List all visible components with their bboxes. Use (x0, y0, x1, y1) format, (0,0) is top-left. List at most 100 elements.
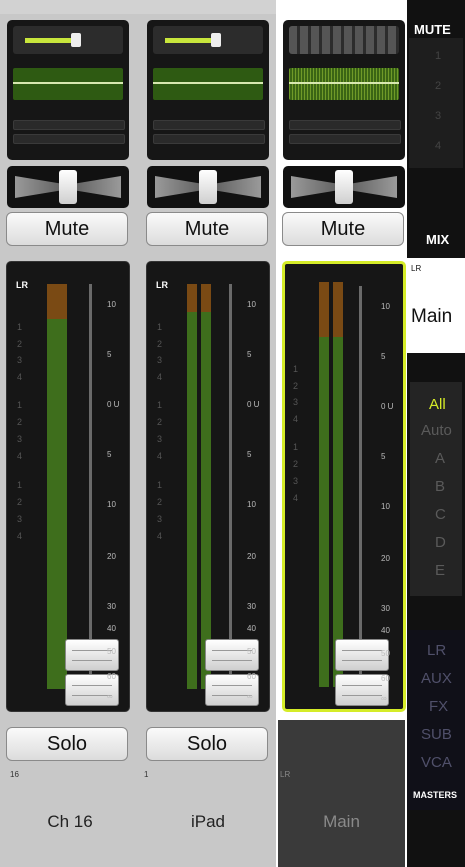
eq-comp-preview[interactable] (7, 20, 129, 160)
pan-knob[interactable] (199, 170, 217, 204)
mix-selector[interactable]: LR Main (407, 258, 465, 353)
channel-name-ipad[interactable]: iPad (140, 777, 276, 867)
view-aux[interactable]: AUX (421, 670, 452, 687)
fader-scale-label: 50 (247, 647, 256, 656)
view-fx[interactable]: FX (429, 698, 448, 715)
mute-button-main[interactable]: Mute (282, 212, 404, 246)
fader-track[interactable] (89, 284, 92, 694)
meter-channel-label: 2 (293, 459, 299, 469)
channel-name-main[interactable]: Main (278, 777, 405, 867)
dynamics-indicator-bottom (13, 134, 125, 144)
meter-bar-right-peak (333, 282, 343, 337)
fader-scale-label: 5 (247, 350, 252, 359)
meter-channel-label: 1 (157, 480, 163, 490)
dynamics-indicator-bottom (153, 134, 265, 144)
meter-channel-label: 2 (157, 497, 163, 507)
fader-scale-label: 0 U (381, 402, 394, 411)
fader-track[interactable] (229, 284, 232, 694)
meter-tag: LR (16, 280, 28, 290)
meter-channel-label: 4 (293, 414, 299, 424)
filter-d[interactable]: D (435, 534, 446, 551)
pan-control[interactable] (147, 166, 269, 208)
gain-mini-display (153, 26, 263, 54)
fader-track[interactable] (359, 286, 362, 696)
meter-channel-label: 3 (17, 355, 23, 365)
mute-groups-header: MUTE (414, 22, 451, 37)
meter-bar-right (201, 312, 211, 689)
mute-button-ch16[interactable]: Mute (6, 212, 128, 246)
dynamics-indicator-bottom (289, 134, 401, 144)
fader-scale-label: 40 (247, 624, 256, 633)
fader-scale-label: 5 (107, 450, 112, 459)
meter-channel-label: 2 (157, 417, 163, 427)
dynamics-indicator-top (289, 120, 401, 130)
meter-bar-left-peak (47, 284, 57, 319)
mute-group-4[interactable]: 4 (435, 140, 441, 152)
meter-channel-label: 3 (293, 397, 299, 407)
fader-scale-label: 10 (381, 302, 390, 311)
filter-all[interactable]: All (429, 396, 446, 413)
meter-channel-label: 1 (17, 400, 23, 410)
fader-scale-label: 60 (381, 674, 390, 683)
meter-channel-label: 1 (17, 322, 23, 332)
masters-label: MASTERS (413, 790, 458, 800)
filter-auto[interactable]: Auto (421, 422, 452, 439)
pan-knob[interactable] (59, 170, 77, 204)
fader-scale-label: 5 (381, 452, 386, 461)
solo-placeholder (278, 720, 405, 777)
meter-bar-left (47, 319, 57, 689)
meter-channel-label: 3 (157, 434, 163, 444)
solo-button-ipad[interactable]: Solo (146, 727, 268, 761)
meter-channel-label: 2 (17, 417, 23, 427)
dynamics-indicator-top (153, 120, 265, 130)
filter-e[interactable]: E (435, 562, 445, 579)
fader-scale-label: 10 (247, 500, 256, 509)
meter-channel-label: 1 (293, 364, 299, 374)
fader-scale-label: 0 U (247, 400, 260, 409)
filter-a[interactable]: A (435, 450, 445, 467)
balance-control[interactable] (283, 166, 405, 208)
view-lr[interactable]: LR (427, 642, 446, 659)
meter-channel-label: 4 (17, 451, 23, 461)
mix-name: Main (411, 306, 453, 327)
eq-comp-preview[interactable] (147, 20, 269, 160)
meter-channel-label: 1 (157, 322, 163, 332)
meter-channel-label: 1 (293, 442, 299, 452)
fader-scale-label: ∞ (107, 692, 113, 701)
fader-scale-label: 50 (381, 649, 390, 658)
meter-channel-label: 2 (17, 497, 23, 507)
meter-bar-left (319, 337, 329, 687)
mute-group-1[interactable]: 1 (435, 50, 441, 62)
fader-scale-label: 30 (381, 604, 390, 613)
solo-button-ch16[interactable]: Solo (6, 727, 128, 761)
graphic-eq-mini-display (289, 26, 399, 54)
view-vca[interactable]: VCA (421, 754, 452, 771)
channel-strip-main: Mute 1 2 3 4 1 2 3 4 10 5 0 U 5 10 20 30 40 50 60 ∞ LR Mai… (276, 0, 407, 867)
meter-channel-label: 1 (157, 400, 163, 410)
meter-channel-label: 3 (157, 514, 163, 524)
fader-panel-ch16: LR 1 2 3 4 1 2 3 4 1 2 3 4 10 5 0 U 5 10 20 30 40 50 60 ∞ (6, 261, 130, 712)
fader-scale-label: 40 (107, 624, 116, 633)
mute-button-ipad[interactable]: Mute (146, 212, 268, 246)
mute-group-2[interactable]: 2 (435, 80, 441, 92)
fader-scale-label: 20 (107, 552, 116, 561)
fader-scale-label: 20 (247, 552, 256, 561)
geq-curve-display (289, 68, 399, 100)
pan-control[interactable] (7, 166, 129, 208)
meter-channel-label: 3 (17, 514, 23, 524)
eq-curve-display (13, 68, 123, 100)
masters-sidebar: MUTE 1 2 3 4 MIX LR Main All Auto A B C … (407, 0, 465, 867)
geq-preview[interactable] (283, 20, 405, 160)
meter-channel-label: 4 (157, 451, 163, 461)
meter-channel-label: 4 (17, 372, 23, 382)
fader-scale-label: 0 U (107, 400, 120, 409)
channel-name-ch16[interactable]: Ch 16 (0, 777, 140, 867)
view-sub[interactable]: SUB (421, 726, 452, 743)
filter-c[interactable]: C (435, 506, 446, 523)
pan-knob[interactable] (335, 170, 353, 204)
fader-scale-label: ∞ (381, 694, 387, 703)
mute-group-3[interactable]: 3 (435, 110, 441, 122)
fader-scale-label: 50 (107, 647, 116, 656)
meter-channel-label: 4 (293, 493, 299, 503)
filter-b[interactable]: B (435, 478, 445, 495)
